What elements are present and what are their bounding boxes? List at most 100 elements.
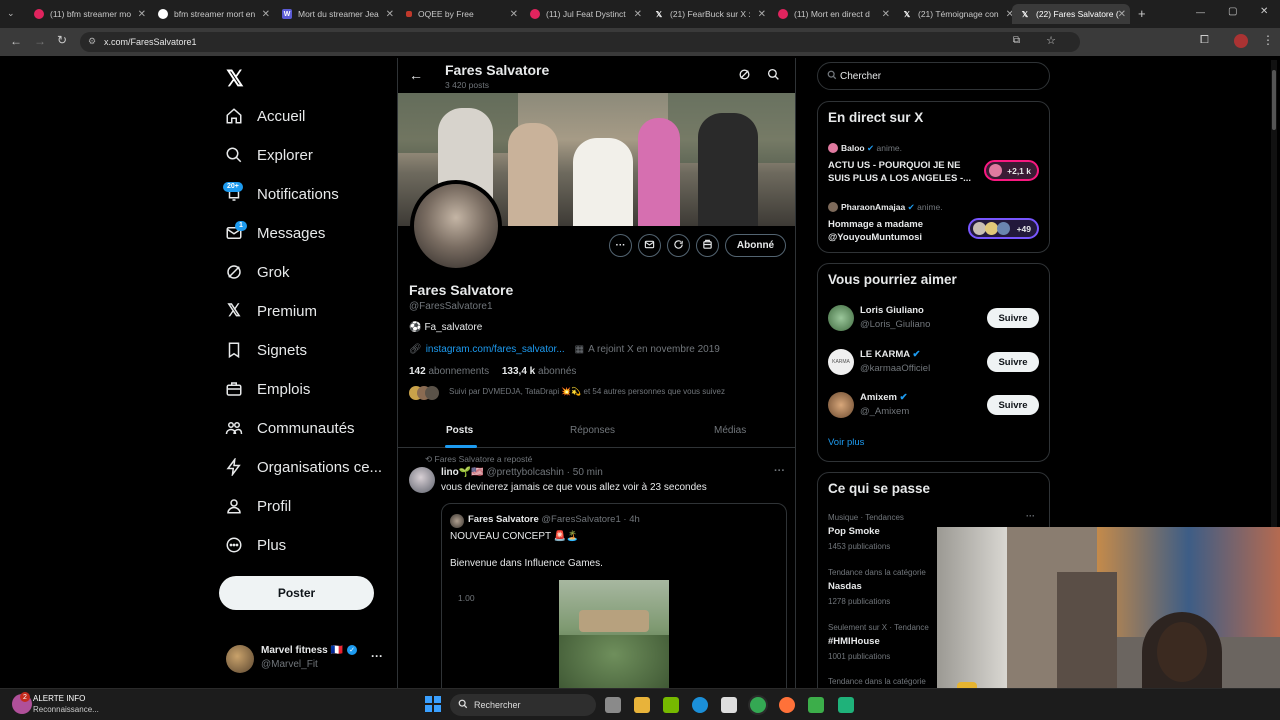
- post-button[interactable]: Poster: [219, 576, 374, 610]
- quoted-tweet[interactable]: Fares Salvatore @FaresSalvatore1 · 4h NO…: [441, 503, 787, 688]
- tab-media[interactable]: Médias: [714, 425, 746, 436]
- nav-item-grok[interactable]: Grok: [223, 257, 290, 287]
- address-bar[interactable]: ⚙ x.com/FaresSalvatore1 ⧉ ☆: [80, 32, 1080, 52]
- profile-link[interactable]: instagram.com/fares_salvator...: [426, 344, 565, 355]
- close-window-icon[interactable]: ✕: [1260, 6, 1268, 17]
- app-icon[interactable]: [808, 697, 824, 713]
- file-explorer-icon[interactable]: [634, 697, 650, 713]
- close-tab-icon[interactable]: ✕: [510, 9, 518, 20]
- site-info-icon[interactable]: ⚙: [88, 36, 96, 47]
- following-button[interactable]: Abonné: [725, 234, 786, 257]
- browser-tab-active[interactable]: 𝕏 (22) Fares Salvatore (✕: [1012, 4, 1130, 24]
- avatar[interactable]: [409, 467, 435, 493]
- nav-item-profile[interactable]: Profil: [223, 491, 291, 521]
- see-more-link[interactable]: Voir plus: [828, 437, 864, 448]
- browser-tab[interactable]: (11) Mort en direct d ✕: [770, 4, 894, 24]
- restore-icon[interactable]: ▢: [1228, 6, 1237, 17]
- followed-by-avatars[interactable]: [409, 386, 443, 400]
- back-arrow-icon[interactable]: ←: [409, 67, 423, 83]
- grok-icon[interactable]: [738, 68, 751, 86]
- close-tab-icon[interactable]: ✕: [1118, 9, 1126, 20]
- profile-avatar[interactable]: [410, 180, 502, 272]
- new-tab-icon[interactable]: +: [1138, 6, 1146, 21]
- alert-subtitle[interactable]: Reconnaissance...: [33, 705, 99, 714]
- browser-tab[interactable]: 𝕏 (21) FearBuck sur X : ✕: [646, 4, 770, 24]
- nav-item-explore[interactable]: Explorer: [223, 140, 313, 170]
- browser-tab[interactable]: OQEE by Free ✕: [398, 4, 522, 24]
- close-tab-icon[interactable]: ✕: [138, 9, 146, 20]
- back-icon[interactable]: ←: [10, 34, 22, 48]
- close-tab-icon[interactable]: ✕: [262, 9, 270, 20]
- alert-title[interactable]: ALERTE INFO: [33, 694, 85, 703]
- more-dots-icon[interactable]: ···: [371, 649, 383, 663]
- browser-menu-icon[interactable]: ⋮: [1262, 33, 1274, 47]
- nav-item-messages[interactable]: Messages 1: [223, 218, 325, 248]
- search-input[interactable]: Chercher: [817, 62, 1050, 90]
- nav-item-communities[interactable]: Communautés: [223, 413, 355, 443]
- live-item[interactable]: Baloo ✔ anime. ACTU US - POURQUOI JE NE …: [818, 140, 1049, 192]
- browser-tab[interactable]: W Mort du streamer Jea ✕: [274, 4, 398, 24]
- tab-replies[interactable]: Réponses: [570, 425, 615, 436]
- nav-item-more[interactable]: Plus: [223, 530, 286, 560]
- trend-more-icon[interactable]: ···: [1026, 511, 1035, 521]
- live-listeners-pill[interactable]: +2,1 k: [984, 160, 1039, 181]
- tweet-handle[interactable]: @prettybolcashin: [486, 467, 563, 478]
- profile-avatar-icon[interactable]: [1234, 34, 1248, 48]
- suggestion-item[interactable]: Loris Giuliano @Loris_Giuliano Suivre: [818, 302, 1049, 336]
- notify-button[interactable]: [696, 234, 719, 257]
- close-tab-icon[interactable]: ✕: [758, 9, 766, 20]
- chrome-icon[interactable]: [750, 697, 766, 713]
- extensions-icon[interactable]: ⧠: [1200, 34, 1209, 47]
- browser-tab[interactable]: (11) bfm streamer mo ✕: [26, 4, 150, 24]
- followers-label[interactable]: abonnés: [538, 366, 576, 377]
- live-item[interactable]: PharaonAmajaa ✔ anime. Hommage a madame …: [818, 199, 1049, 249]
- reload-icon[interactable]: ↻: [57, 33, 67, 47]
- nav-item-organizations[interactable]: Organisations ce...: [223, 452, 382, 482]
- cast-icon[interactable]: ⧉: [1013, 35, 1020, 46]
- task-view-icon[interactable]: [605, 697, 621, 713]
- app-icon[interactable]: [838, 697, 854, 713]
- nav-item-premium[interactable]: 𝕏 Premium: [223, 296, 317, 326]
- browser-tab[interactable]: bfm streamer mort en ✕: [150, 4, 274, 24]
- taskbar-search[interactable]: Rechercher: [450, 694, 596, 716]
- close-tab-icon[interactable]: ✕: [386, 9, 394, 20]
- nav-item-jobs[interactable]: Emplois: [223, 374, 310, 404]
- edge-icon[interactable]: [692, 697, 708, 713]
- tweet-author[interactable]: lino: [441, 467, 459, 478]
- nvidia-icon[interactable]: [663, 697, 679, 713]
- search-icon[interactable]: [767, 68, 780, 86]
- forward-icon[interactable]: →: [34, 34, 46, 48]
- tweet-more-icon[interactable]: ···: [774, 465, 785, 477]
- close-tab-icon[interactable]: ✕: [634, 9, 642, 20]
- browser-tab[interactable]: 𝕏 (21) Témoignage con ✕: [894, 4, 1018, 24]
- bookmark-star-icon[interactable]: ☆: [1046, 34, 1056, 47]
- x-logo-icon[interactable]: 𝕏: [226, 66, 244, 92]
- nav-item-bookmarks[interactable]: Signets: [223, 335, 307, 365]
- following-count[interactable]: 142: [409, 366, 426, 377]
- store-icon[interactable]: [721, 697, 737, 713]
- close-tab-icon[interactable]: ✕: [882, 9, 890, 20]
- message-button[interactable]: [638, 234, 661, 257]
- tab-posts[interactable]: Posts: [446, 425, 473, 436]
- firefox-icon[interactable]: [779, 697, 795, 713]
- windows-start-icon[interactable]: [425, 696, 441, 712]
- follow-button[interactable]: Suivre: [987, 352, 1039, 372]
- subscribe-button[interactable]: [667, 234, 690, 257]
- suggestion-item[interactable]: KARMA LE KARMA ✔ @karmaaOfficiel Suivre: [818, 346, 1049, 380]
- nav-item-home[interactable]: Accueil: [223, 101, 305, 131]
- following-label[interactable]: abonnements: [428, 366, 489, 377]
- scrollbar-thumb[interactable]: [1272, 70, 1276, 130]
- tab-list-chevron-icon[interactable]: ⌄: [7, 8, 15, 19]
- tweet-time[interactable]: · 50 min: [567, 467, 603, 478]
- followed-by-text[interactable]: Suivi par DVMEDJA, TataDrapi 💥💫 et 54 au…: [449, 387, 725, 396]
- followers-count[interactable]: 133,4 k: [502, 366, 535, 377]
- more-options-button[interactable]: ···: [609, 234, 632, 257]
- suggestion-item[interactable]: Amixem ✔ @_Amixem Suivre: [818, 389, 1049, 423]
- browser-tab[interactable]: (11) Jul Feat Dystinct ✕: [522, 4, 646, 24]
- follow-button[interactable]: Suivre: [987, 308, 1039, 328]
- account-switcher[interactable]: Marvel fitness 🇫🇷 ✓ @Marvel_Fit ···: [226, 643, 386, 675]
- follow-button[interactable]: Suivre: [987, 395, 1039, 415]
- minimize-icon[interactable]: —: [1196, 7, 1205, 17]
- media-thumbnail[interactable]: [559, 580, 669, 688]
- live-listeners-pill[interactable]: +49: [968, 218, 1039, 239]
